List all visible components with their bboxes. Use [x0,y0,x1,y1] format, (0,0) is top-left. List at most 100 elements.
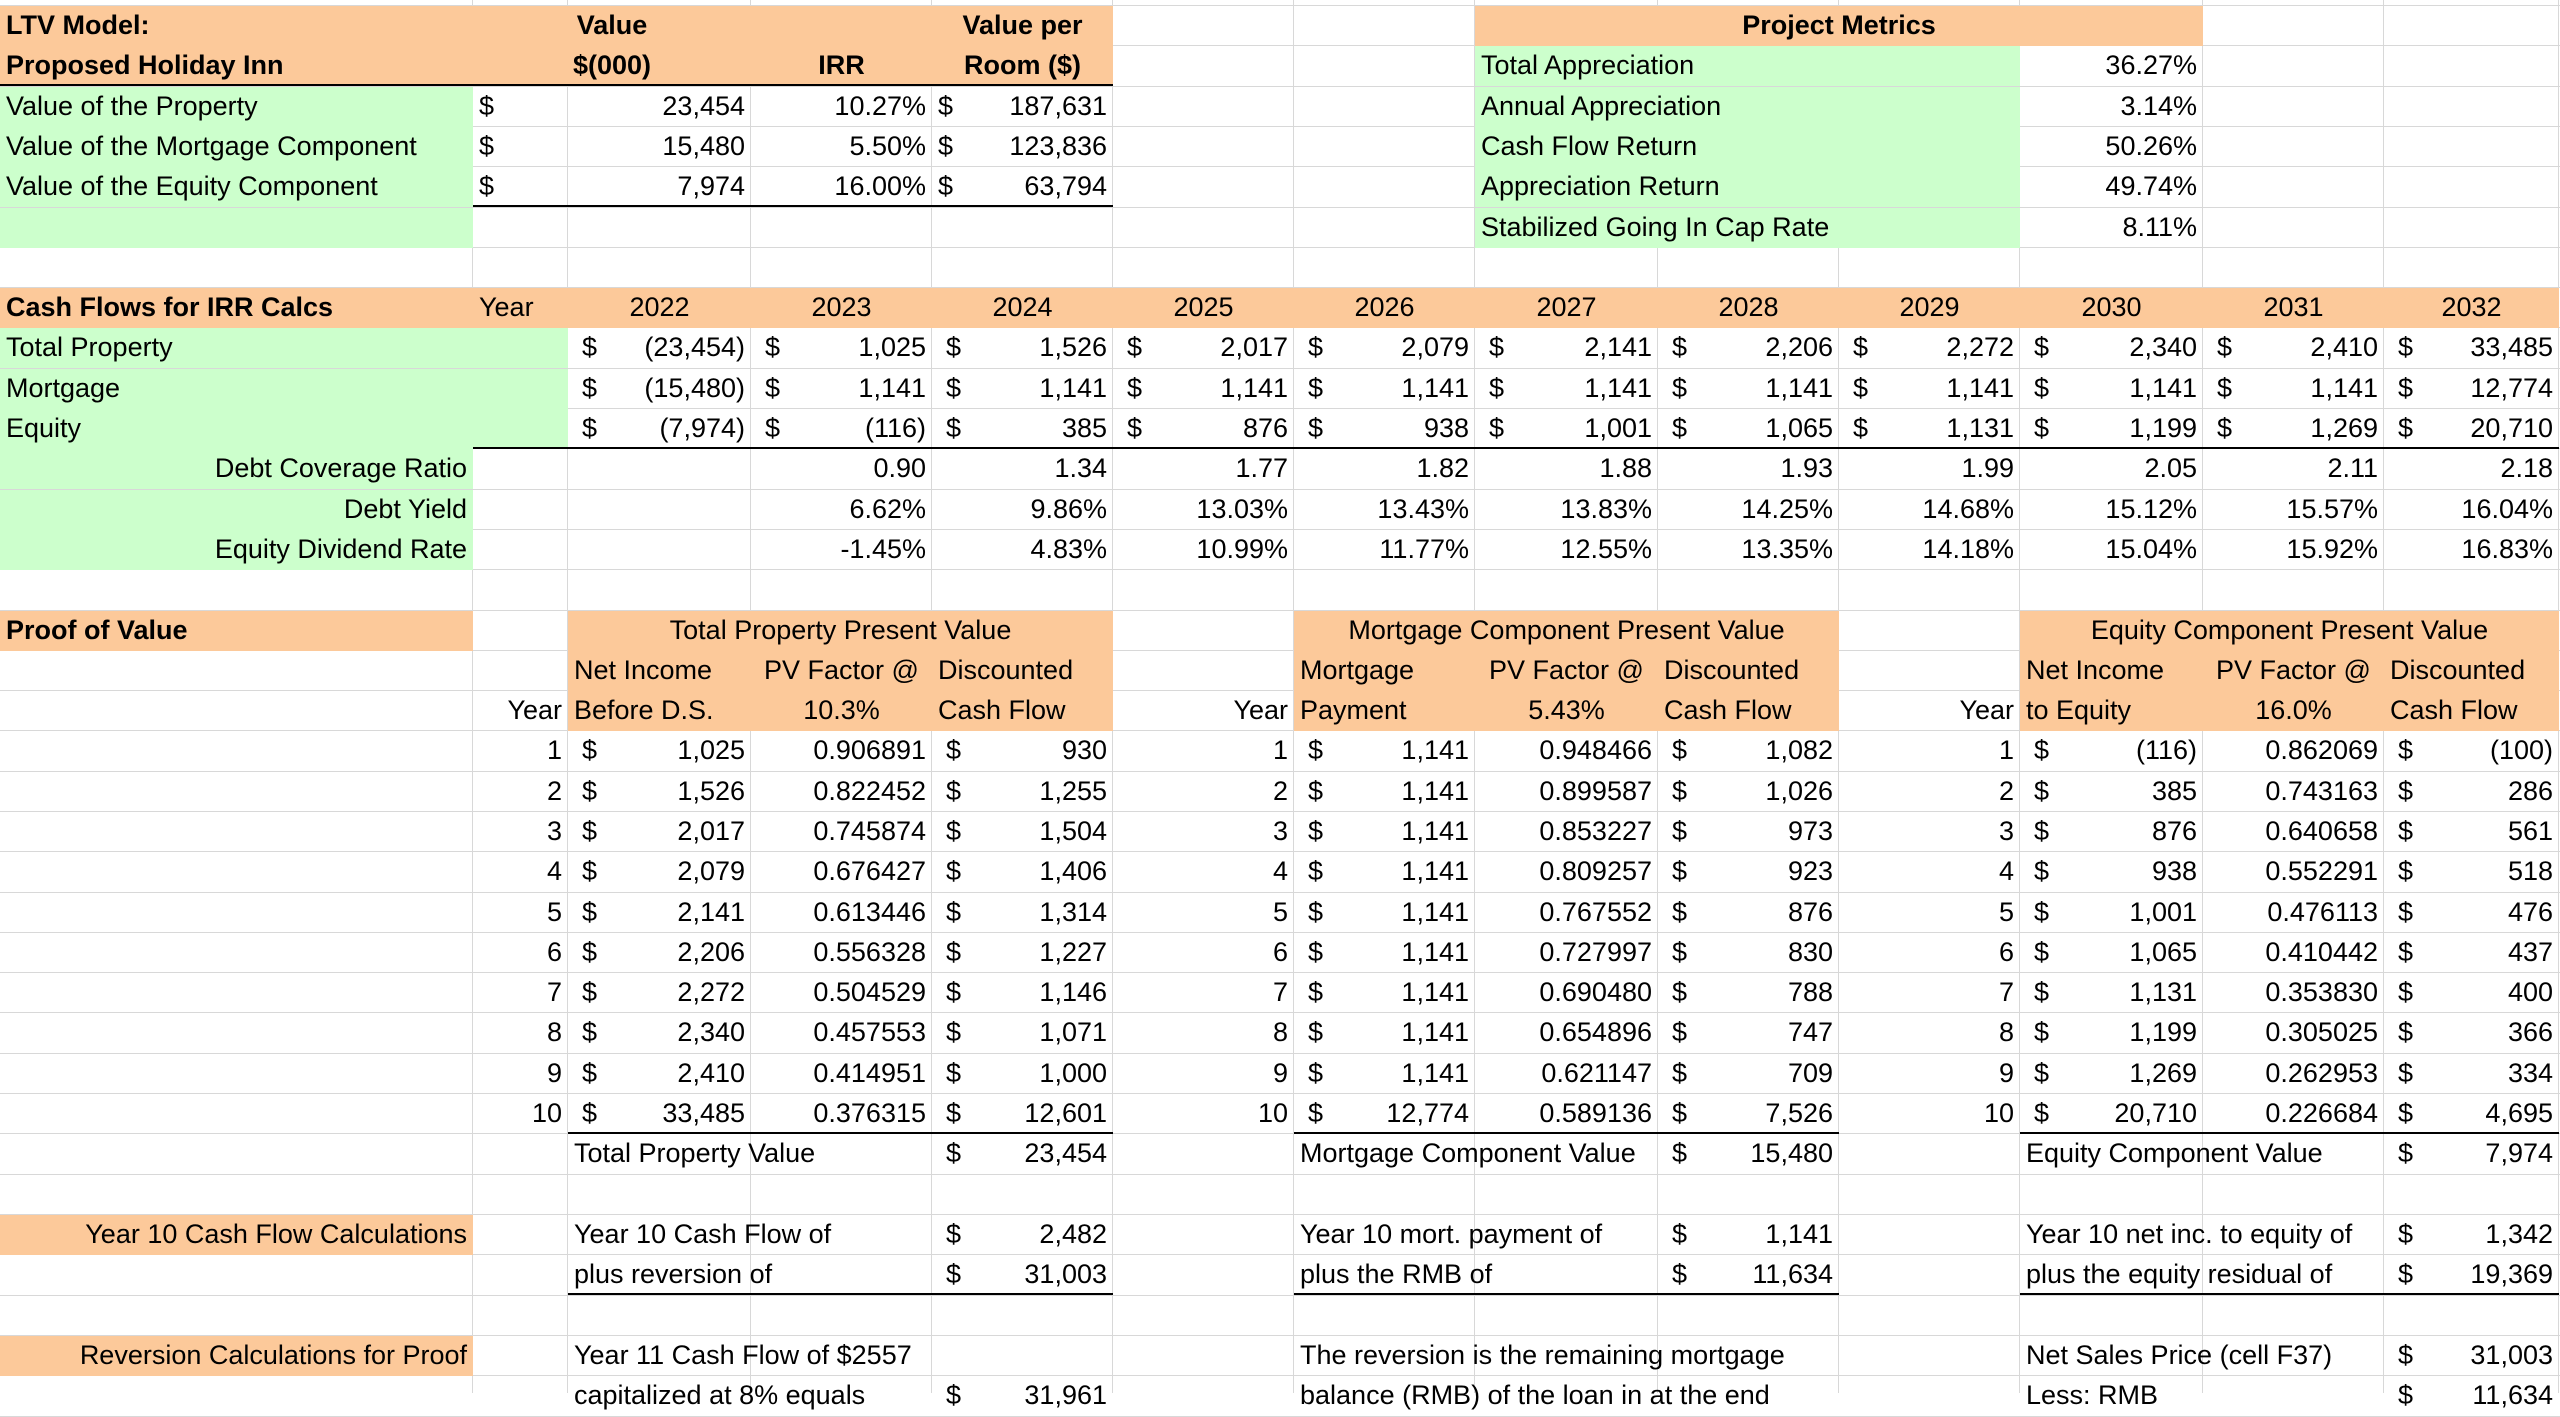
pv-header[interactable]: Mortgage [1294,651,1475,691]
pv-amount[interactable]: 2,340 $ [568,1013,751,1053]
cashflow-value[interactable]: 1,025 $ [751,328,932,368]
ltv-irr[interactable]: 10.27% [751,87,932,127]
ratio-value[interactable]: 9.86% [932,490,1113,530]
pv-year-label[interactable]: Year [1839,691,2020,731]
pv-amount[interactable]: 1,141 $ [1294,772,1475,812]
pv-discounted[interactable]: 437 $ [2384,933,2559,973]
pv-amount[interactable]: 1,131 $ [2020,973,2203,1013]
pv-header[interactable]: Discounted [1658,651,1839,691]
cashflow-value[interactable]: 1,065 $ [1658,409,1839,449]
pv-factor[interactable]: 0.621147 [1475,1054,1658,1094]
ratio-label[interactable]: Debt Yield [0,490,473,530]
pv-factor[interactable]: 0.305025 [2203,1013,2384,1053]
pv-year[interactable]: 9 [473,1054,568,1094]
cashflow-value[interactable]: (116) $ [751,409,932,449]
header-value-per-room-unit[interactable]: Room ($) [932,46,1113,86]
pv-header[interactable]: 5.43% [1475,691,1658,731]
pv-year[interactable]: 9 [1839,1054,2020,1094]
ratio-value[interactable]: 15.04% [2020,530,2203,570]
ratio-value[interactable]: 0.90 [751,449,932,489]
metric-label[interactable]: Appreciation Return [1475,167,2020,207]
pv-discounted[interactable]: 12,601 $ [932,1094,1113,1134]
year10-line[interactable]: plus the equity residual of [2020,1255,2384,1295]
pv-discounted[interactable]: 561 $ [2384,812,2559,852]
ratio-value[interactable]: 2.18 [2384,449,2559,489]
cashflow-year[interactable]: 2028 [1658,288,1839,328]
pv-year[interactable]: 4 [1839,852,2020,892]
cashflow-value[interactable]: 1,141 $ [1658,369,1839,409]
cashflow-value[interactable]: 33,485 $ [2384,328,2559,368]
pv-amount[interactable]: 33,485 $ [568,1094,751,1134]
total-pv-title[interactable]: Total Property Present Value [568,611,1113,651]
pv-header[interactable]: Cash Flow [932,691,1113,731]
pv-factor[interactable]: 0.556328 [751,933,932,973]
pv-amount[interactable]: 1,141 $ [1294,1054,1475,1094]
pv-amount[interactable]: 1,526 $ [568,772,751,812]
reversion-line[interactable]: Year 11 Cash Flow of $2557 [568,1336,932,1376]
pv-total-value[interactable]: 23,454 $ [932,1134,1113,1174]
ltv-row-label[interactable]: Value of the Mortgage Component [0,127,473,167]
cashflow-value[interactable]: 1,141 $ [751,369,932,409]
pv-factor[interactable]: 0.226684 [2203,1094,2384,1134]
ratio-value[interactable]: 1.93 [1658,449,1839,489]
ltv-row-label[interactable]: Value of the Property [0,87,473,127]
pv-factor[interactable]: 0.853227 [1475,812,1658,852]
pv-factor[interactable]: 0.745874 [751,812,932,852]
pv-discounted[interactable]: 830 $ [1658,933,1839,973]
cashflow-year[interactable]: 2029 [1839,288,2020,328]
cashflow-value[interactable]: 20,710 $ [2384,409,2559,449]
pv-header[interactable]: PV Factor @ [2203,651,2384,691]
cashflow-value[interactable]: (7,974) $ [568,409,751,449]
pv-factor[interactable]: 0.767552 [1475,893,1658,933]
cashflow-value[interactable]: 385 $ [932,409,1113,449]
pv-year-label[interactable]: Year [473,691,568,731]
ratio-value[interactable]: 16.04% [2384,490,2559,530]
pv-header[interactable]: Cash Flow [2384,691,2559,731]
pv-factor[interactable]: 0.906891 [751,731,932,771]
pv-year[interactable]: 8 [1113,1013,1294,1053]
header-irr[interactable]: IRR [751,46,932,86]
pv-factor[interactable]: 0.690480 [1475,973,1658,1013]
pv-year[interactable]: 7 [1113,973,1294,1013]
year10-line[interactable]: plus the RMB of [1294,1255,1658,1295]
pv-factor[interactable]: 0.476113 [2203,893,2384,933]
ratio-value[interactable]: 1.77 [1113,449,1294,489]
ratio-value[interactable]: 4.83% [932,530,1113,570]
pv-amount[interactable]: 1,025 $ [568,731,751,771]
ratio-value[interactable]: 1.34 [932,449,1113,489]
year10-value[interactable]: 2,482 $ [932,1215,1113,1255]
pv-discounted[interactable]: 7,526 $ [1658,1094,1839,1134]
pv-discounted[interactable]: 973 $ [1658,812,1839,852]
pv-amount[interactable]: 1,199 $ [2020,1013,2203,1053]
pv-year[interactable]: 6 [473,933,568,973]
metric-value[interactable]: 50.26% [2020,127,2203,167]
ltv-value[interactable]: 23,454 [473,87,751,127]
cashflow-year[interactable]: 2027 [1475,288,1658,328]
pv-discounted[interactable]: 4,695 $ [2384,1094,2559,1134]
ltv-value[interactable]: 15,480 [473,127,751,167]
pv-year[interactable]: 4 [1113,852,1294,892]
pv-header[interactable]: to Equity [2020,691,2203,731]
pv-total-label[interactable]: Equity Component Value [2020,1134,2384,1174]
pv-discounted[interactable]: 1,071 $ [932,1013,1113,1053]
pv-year[interactable]: 1 [1839,731,2020,771]
cashflow-year[interactable]: 2022 [568,288,751,328]
pv-year[interactable]: 2 [1839,772,2020,812]
cashflow-value[interactable]: 1,001 $ [1475,409,1658,449]
ratio-value[interactable]: 1.99 [1839,449,2020,489]
metrics-title[interactable]: Project Metrics [1475,6,2203,46]
pv-year[interactable]: 8 [1839,1013,2020,1053]
pv-year[interactable]: 7 [473,973,568,1013]
pv-factor[interactable]: 0.640658 [2203,812,2384,852]
ratio-value[interactable]: 15.57% [2203,490,2384,530]
ratio-value[interactable]: 12.55% [1475,530,1658,570]
ltv-value-per-room[interactable]: 187,631 [932,87,1113,127]
header-value-unit[interactable]: $(000) [473,46,751,86]
ratio-value[interactable]: 13.03% [1113,490,1294,530]
cashflow-row-label[interactable]: Total Property [0,328,473,368]
cashflow-year[interactable]: 2025 [1113,288,1294,328]
pv-discounted[interactable]: 334 $ [2384,1054,2559,1094]
cashflow-value[interactable]: 1,141 $ [1839,369,2020,409]
cashflow-value[interactable]: 2,410 $ [2203,328,2384,368]
pv-header[interactable]: Before D.S. [568,691,751,731]
